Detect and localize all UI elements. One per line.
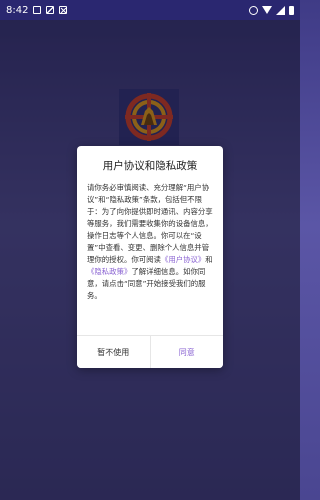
- dialog-title: 用户协议和隐私政策: [102, 160, 198, 172]
- dialog-body-and: 和: [205, 255, 213, 264]
- close-box-icon: [59, 6, 68, 14]
- decline-button[interactable]: 暂不使用: [77, 336, 151, 368]
- status-bar: 8:42: [0, 0, 300, 20]
- wifi-icon: [262, 6, 272, 14]
- privacy-policy-link[interactable]: 《隐私政策》: [87, 267, 131, 276]
- notification-square-icon: [33, 6, 42, 14]
- dialog-body-text: 请你务必审慎阅读、充分理解“用户协议”和“隐私政策”条款，包括但不限于：为了向你…: [87, 183, 213, 264]
- status-time: 8:42: [6, 4, 29, 16]
- battery-icon: [289, 5, 294, 15]
- signal-icon: [276, 5, 285, 15]
- do-not-disturb-icon: [249, 5, 258, 15]
- image-icon: [46, 6, 55, 14]
- privacy-dialog: 用户协议和隐私政策 请你务必审慎阅读、充分理解“用户协议”和“隐私政策”条款，包…: [77, 146, 223, 368]
- dialog-body: 请你务必审慎阅读、充分理解“用户协议”和“隐私政策”条款，包括但不限于：为了向你…: [77, 180, 223, 335]
- user-agreement-link[interactable]: 《用户协议》: [161, 255, 205, 264]
- agree-button[interactable]: 同意: [150, 336, 223, 368]
- dialog-footer: 暂不使用 同意: [77, 335, 223, 368]
